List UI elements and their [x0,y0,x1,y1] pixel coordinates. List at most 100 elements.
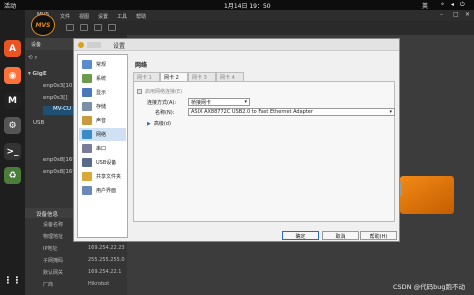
maximize-icon[interactable]: □ [453,11,459,18]
info-value: Hikrobot [88,281,110,287]
category-label: 用户界面 [96,188,117,194]
category-label: 系统 [96,76,107,82]
category-label: 显示 [96,90,107,96]
gnome-top-bar: 活动 1月14日 19：50 英 ⚬ ◂ ⏻ [0,0,474,10]
pane-title: 网络 [135,62,148,69]
device-info-row: 厂商 Hikrobot [25,280,127,290]
category-item[interactable]: 网络 [79,128,126,141]
chevron-down-icon: ▾ [244,99,247,105]
system-icon [82,74,92,83]
tree-item-enp0s8-1[interactable]: enp0s8[169 [43,157,76,163]
close-icon[interactable]: ✕ [465,11,470,18]
category-item[interactable]: 串口 [79,142,126,155]
category-item[interactable]: 存储 [79,100,126,113]
tab-adapter-3[interactable]: 网卡 3 [188,72,216,81]
firefox-icon[interactable]: ◉ [4,67,21,84]
category-item[interactable]: 声音 [79,114,126,127]
info-key: 厂商 [43,282,54,288]
device-info-row: IP地址 169.254.22.23 [25,244,127,254]
app-grid-icon[interactable]: ⋮⋮ [4,272,22,289]
cancel-button[interactable]: 取消 [322,231,359,240]
info-key: 物理地址 [43,234,64,240]
tree-item-enp0s3-2[interactable]: enp0s3[] [43,95,68,101]
gige-group[interactable]: ▾ GigE [28,71,47,77]
vm-name-redacted [87,42,101,48]
system-tray[interactable]: ⚬ ◂ ⏻ [440,1,467,9]
display-icon [82,88,92,97]
tree-item-enp0s8-2[interactable]: enp0s8[169 [43,169,76,175]
mvs-toolbar [60,21,474,35]
serial-port-icon [82,144,92,153]
toolbar-button[interactable] [66,24,74,31]
dock: A ◉ M ⚙ >_ ♻ ⋮⋮ [0,10,25,295]
category-item[interactable]: 用户界面 [79,184,126,197]
tab-adapter-1[interactable]: 网卡 1 [133,72,160,81]
expand-icon[interactable]: ⟲ ⌕ [28,55,37,62]
info-key: 设备名称 [43,222,64,228]
info-key: 子网掩码 [43,258,64,264]
category-list: 常规系统显示存储声音网络串口 USB设备共享文件夹用户界面 [77,54,128,238]
info-value: 169.254.22.1 [88,269,122,275]
activities-button[interactable]: 活动 [4,1,16,10]
category-item[interactable]: 显示 [79,86,126,99]
dialog-title-bar: 设置 [74,39,399,51]
category-label: 共享文件夹 [96,174,122,180]
category-item[interactable]: 常规 [79,58,126,71]
category-label: 网络 [96,132,107,138]
mvs-logo: MVS [31,14,55,36]
mvs-icon[interactable]: M [4,92,21,109]
category-label: 串口 [96,146,107,152]
info-value: 255.255.255.0 [88,257,125,263]
clock[interactable]: 1月14日 19：50 [224,1,271,10]
adapter-name-label: 名称(N): [155,110,175,116]
chevron-down-icon: ▾ [389,109,392,115]
adapter-name-select[interactable]: ASIX AX88772C USB2.0 to Fast Ethernet Ad… [188,108,395,116]
camera-image [386,176,454,214]
category-item[interactable]: USB设备 [79,156,126,169]
app-center-icon[interactable]: A [4,40,21,57]
settings-dialog: 设置 常规 系统 显示 存储 声音 网络 串口 USB设备 共享文件夹 用户界面 网络 网卡 1 … [73,38,400,242]
toolbar-button[interactable] [80,24,88,31]
ok-button[interactable]: 确定 [282,231,319,240]
advanced-label: 高级(d) [153,121,171,127]
attached-to-value: 桥接网卡 [191,100,212,106]
input-method-indicator[interactable]: 英 [422,1,428,10]
adapter-settings: 启用网络连接(E) 连接方式(A): 桥接网卡 ▾ 名称(N): ASIX AX… [133,81,395,222]
category-label: 常规 [96,62,107,68]
category-label: USB设备 [96,160,117,166]
network-icon [82,130,92,139]
attached-to-select[interactable]: 桥接网卡 ▾ [188,98,250,106]
usb-group[interactable]: USB [33,120,44,126]
vm-icon [78,42,84,48]
audio-icon [82,116,92,125]
terminal-icon[interactable]: >_ [4,143,21,160]
enable-network-checkbox[interactable]: 启用网络连接(E) [137,88,182,95]
tab-adapter-4[interactable]: 网卡 4 [216,72,244,81]
adapter-name-value: ASIX AX88772C USB2.0 to Fast Ethernet Ad… [191,109,313,115]
toolbar-button[interactable] [94,24,102,31]
info-key: 默认网关 [43,270,64,276]
device-info-row: 默认网关 169.254.22.1 [25,268,127,278]
category-label: 存储 [96,104,107,110]
attached-to-label: 连接方式(A): [147,100,177,106]
storage-icon [82,102,92,111]
expand-triangle-icon: ▶ [147,121,151,127]
info-value: 169.254.22.23 [88,245,125,251]
settings-icon[interactable]: ⚙ [4,117,21,134]
category-label: 声音 [96,118,107,124]
trash-icon[interactable]: ♻ [4,167,21,184]
help-button[interactable]: 帮助(H) [360,231,397,240]
minimize-icon[interactable]: – [440,11,443,18]
category-item[interactable]: 系统 [79,72,126,85]
shared-folder-icon [82,172,92,181]
usb-icon [82,158,92,167]
category-item[interactable]: 共享文件夹 [79,170,126,183]
checkbox-icon[interactable] [137,89,142,94]
user-interface-icon [82,186,92,195]
device-info-row: 子网掩码 255.255.255.0 [25,256,127,266]
toolbar-button[interactable] [108,24,116,31]
watermark: CSDN @代码bug跑不动 [393,283,465,291]
advanced-expander[interactable]: ▶ 高级(d) [147,120,171,127]
general-icon [82,60,92,69]
enable-network-label: 启用网络连接(E) [145,89,183,95]
